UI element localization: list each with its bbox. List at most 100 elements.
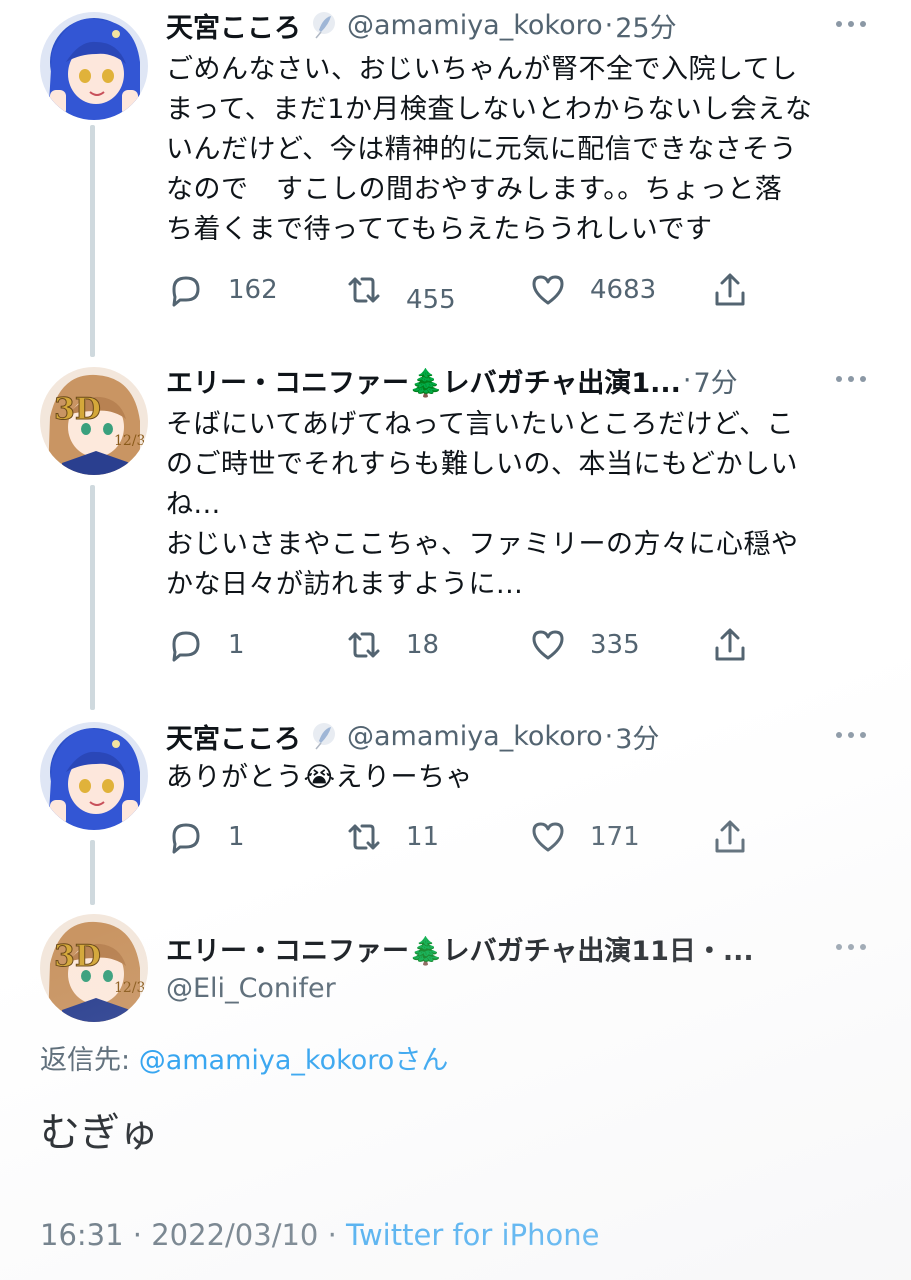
tweet-text: ごめんなさい、おじいちゃんが腎不全で入院してし まって、まだ1か月検査しないとわ…	[166, 50, 866, 250]
tweet-text-line: ね...	[166, 489, 221, 520]
tweet-text-line: いんだけど、今は精神的に元気に配信できなさそう	[166, 134, 798, 165]
reply-button[interactable]: 1	[166, 623, 245, 667]
tweet-meta: 16:31 · 2022/03/10 · Twitter for iPhone	[40, 1218, 599, 1252]
tweet-text: そばにいてあげてねって言いたいところだけど、こ のご時世でそれすらも難しいの、本…	[166, 405, 866, 605]
handle[interactable]: @amamiya_kokoro	[347, 10, 603, 41]
reply-to-prefix: 返信先:	[40, 1045, 139, 1076]
heart-icon	[532, 630, 564, 660]
main-tweet-header: エリー・コニファー🌲レバガチャ出演11日・...	[166, 928, 871, 968]
tweet-actions: 1 11 171	[166, 815, 766, 859]
avatar-eli[interactable]: 3D 12/3	[40, 914, 148, 1022]
retweet-icon	[348, 632, 380, 658]
display-name[interactable]: 天宮こころ	[166, 717, 301, 756]
retweet-button[interactable]: 18	[344, 623, 439, 667]
meta-separator: ·	[318, 1218, 347, 1252]
retweet-count: 11	[406, 822, 440, 852]
tweet-text-line: ち着くまで待っててもらえたらうれしいです	[166, 214, 713, 245]
tweet-text: ありがとう😭えりーちゃ	[166, 758, 866, 798]
like-button[interactable]: 335	[528, 623, 640, 667]
avatar-eli-image: 3D 12/3	[40, 914, 148, 1022]
tweet-date[interactable]: 2022/03/10	[151, 1218, 318, 1252]
retweet-count: 18	[406, 630, 440, 660]
feather-badge-icon	[313, 723, 335, 750]
reply-count: 162	[228, 275, 278, 305]
tweet-actions: 1 18 335	[166, 623, 766, 667]
avatar-date-label: 12/3	[114, 980, 145, 996]
reply-to-line: 返信先: @amamiya_kokoroさん	[40, 1038, 448, 1077]
main-tweet-handle-row: @Eli_Conifer	[166, 968, 871, 1008]
tweet-text-line: ありがとう😭えりーちゃ	[166, 762, 474, 793]
thread-connector	[90, 125, 95, 357]
retweet-button[interactable]: 11	[344, 815, 439, 859]
reply-button[interactable]: 1	[166, 815, 245, 859]
avatar-eli[interactable]: 3D 12/3	[40, 367, 148, 475]
avatar-kokoro[interactable]	[40, 12, 148, 120]
reply-to-suffix: さん	[394, 1045, 449, 1076]
share-button[interactable]	[710, 623, 750, 667]
tweet-text-line: なので すこしの間おやすみします。。ちょっと落	[166, 174, 783, 205]
more-options-icon[interactable]	[831, 9, 871, 39]
avatar-kokoro-image	[40, 722, 148, 830]
tweet-text-line: おじいさまやここちゃ、ファミリーの方々に心穏や	[166, 529, 799, 560]
tweet-header: 天宮こころ @amamiya_kokoro · 25分	[166, 5, 871, 45]
like-count: 335	[590, 630, 640, 660]
heart-icon	[532, 822, 564, 852]
display-name[interactable]: エリー・コニファー🌲レバガチャ出演1...	[166, 361, 681, 400]
tweet-source-link[interactable]: Twitter for iPhone	[346, 1218, 599, 1252]
retweet-count: 455	[406, 285, 456, 315]
retweet-icon	[348, 824, 380, 850]
handle[interactable]: @Eli_Conifer	[166, 973, 336, 1004]
reply-icon	[172, 823, 200, 854]
tweet-header: 天宮こころ @amamiya_kokoro · 3分	[166, 716, 871, 756]
avatar-eli-image: 3D 12/3	[40, 367, 148, 475]
share-button[interactable]	[710, 268, 750, 312]
timestamp[interactable]: 7分	[694, 361, 738, 400]
tweet-text-line: かな日々が訪れますように...	[166, 569, 524, 600]
retweet-icon	[348, 277, 380, 303]
tweet-header: エリー・コニファー🌲レバガチャ出演1... · 7分	[166, 360, 871, 400]
like-button[interactable]: 171	[528, 815, 640, 859]
reply-icon	[172, 631, 200, 662]
avatar-3d-label: 3D	[54, 392, 101, 427]
thread-connector	[90, 485, 95, 710]
tweet-thread-page: 天宮こころ @amamiya_kokoro · 25分 ごめんなさい、おじいちゃ…	[0, 0, 911, 1280]
reply-icon	[172, 276, 200, 307]
separator-dot: ·	[604, 720, 614, 752]
tweet-actions: 162 455 4683	[166, 268, 766, 315]
main-tweet-text: むぎゅ	[40, 1110, 159, 1156]
share-icon	[715, 273, 745, 306]
timestamp[interactable]: 3分	[615, 717, 659, 756]
share-button[interactable]	[710, 815, 750, 859]
reply-button[interactable]: 162	[166, 268, 278, 312]
reply-count: 1	[228, 630, 245, 660]
display-name[interactable]: 天宮こころ	[166, 6, 301, 45]
like-count: 171	[590, 822, 640, 852]
share-icon	[715, 628, 745, 661]
feather-badge-icon	[313, 12, 335, 39]
tweet-time[interactable]: 16:31	[40, 1218, 124, 1252]
tweet-text-line: ごめんなさい、おじいちゃんが腎不全で入院してし	[166, 54, 798, 85]
meta-separator: ·	[123, 1218, 152, 1252]
display-name[interactable]: エリー・コニファー🌲レバガチャ出演11日・...	[166, 929, 754, 968]
avatar-date-label: 12/3	[114, 433, 145, 449]
reply-count: 1	[228, 822, 245, 852]
like-button[interactable]: 4683	[528, 268, 656, 312]
more-options-icon[interactable]	[831, 364, 871, 394]
avatar-3d-label: 3D	[54, 939, 101, 974]
reply-to-link[interactable]: @amamiya_kokoro	[139, 1045, 395, 1076]
handle[interactable]: @amamiya_kokoro	[347, 721, 603, 752]
more-options-icon[interactable]	[831, 932, 871, 962]
like-count: 4683	[590, 275, 657, 305]
retweet-button[interactable]: 455	[344, 268, 456, 315]
thread-connector	[90, 840, 95, 905]
tweet-text-line: まって、まだ1か月検査しないとわからないし会えな	[166, 94, 813, 125]
tweet-text-line: のご時世でそれすらも難しいの、本当にもどかしい	[166, 449, 798, 480]
more-options-icon[interactable]	[831, 720, 871, 750]
timestamp[interactable]: 25分	[615, 6, 676, 45]
tweet-text-line: そばにいてあげてねって言いたいところだけど、こ	[166, 409, 795, 440]
avatar-kokoro-image	[40, 12, 148, 120]
heart-icon	[532, 275, 564, 305]
avatar-kokoro[interactable]	[40, 722, 148, 830]
separator-dot: ·	[604, 9, 614, 41]
separator-dot: ·	[682, 364, 692, 396]
